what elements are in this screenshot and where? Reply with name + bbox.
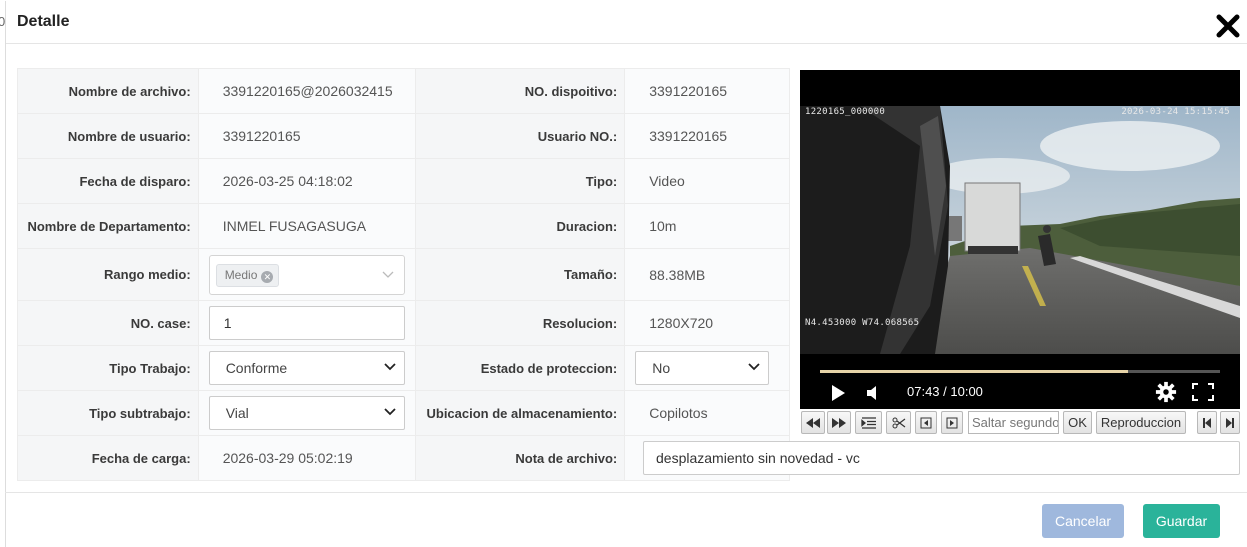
nota-archivo-input[interactable]: desplazamiento sin novedad - vc (643, 441, 1240, 475)
fullscreen-icon[interactable] (1192, 383, 1214, 401)
chevron-down-icon (383, 363, 396, 371)
list-icon[interactable] (855, 411, 882, 434)
chevron-down-icon (382, 271, 394, 278)
label-fecha-carga: Fecha de carga: (17, 435, 199, 481)
label-fecha-disparo: Fecha de disparo: (17, 158, 199, 204)
detail-form: Nombre de archivo: 3391220165@2026032415… (17, 68, 790, 481)
gear-icon[interactable] (1155, 381, 1177, 403)
dialog-header: Detalle (6, 1, 1247, 44)
value-tamano: 88.38MB (649, 266, 706, 283)
label-tipo: Tipo: (414, 158, 626, 204)
estado-proteccion-select[interactable]: No (635, 351, 769, 385)
tipo-trabajo-value: Conforme (225, 360, 288, 376)
skip-end-icon[interactable] (1220, 411, 1240, 434)
value-resolucion: 1280X720 (649, 315, 714, 331)
video-still-image (800, 106, 1240, 354)
next-frame-icon[interactable] (941, 411, 963, 434)
osd-device-id: 1220165_000000 (805, 107, 886, 117)
skip-start-icon[interactable] (1197, 411, 1217, 434)
label-no-case: NO. case: (17, 300, 199, 346)
rewind-icon[interactable] (801, 411, 825, 434)
save-button[interactable]: Guardar (1143, 504, 1220, 538)
label-no-dispositivo: NO. dispoitivo: (414, 68, 626, 114)
progress-bar[interactable] (820, 370, 1220, 373)
value-nombre-usuario: 3391220165 (222, 128, 301, 144)
value-tipo: Video (649, 173, 685, 189)
label-rango-medio: Rango medio: (17, 248, 199, 301)
value-no-dispositivo: 3391220165 (649, 83, 728, 99)
scissors-icon[interactable] (886, 411, 911, 434)
rango-medio-multiselect[interactable]: Medio ✕ (208, 254, 405, 295)
player-toolbar: Saltar segundo OK Reproduccion (800, 411, 1247, 435)
label-resolucion: Resolucion: (414, 300, 626, 346)
label-nombre-archivo: Nombre de archivo: (17, 68, 199, 114)
label-usuario-no: Usuario NO.: (414, 113, 626, 159)
value-fecha-carga: 2026-03-29 05:02:19 (222, 450, 353, 466)
dialog-footer-divider (5, 492, 1247, 493)
label-tamano: Tamaño: (414, 248, 626, 301)
play-icon[interactable] (830, 384, 846, 402)
cancel-button[interactable]: Cancelar (1042, 504, 1124, 538)
label-tipo-subtrabajo: Tipo subtrabajo: (17, 390, 199, 436)
osd-coordinates: N4.453000 W74.068565 (805, 318, 920, 328)
time-display: 07:43 / 10:00 (907, 384, 983, 399)
progress-fill (820, 370, 1128, 373)
value-ubicacion: Copilotos (649, 405, 708, 421)
seek-ok-button[interactable]: OK (1063, 411, 1092, 434)
tipo-subtrabajo-value: Vial (225, 405, 249, 421)
volume-icon[interactable] (865, 384, 881, 402)
prev-frame-icon[interactable] (915, 411, 937, 434)
estado-proteccion-value: No (652, 360, 671, 376)
label-tipo-trabajo: Tipo Trabajo: (17, 345, 199, 391)
rango-medio-tag: Medio ✕ (215, 263, 280, 287)
value-departamento: INMEL FUSAGASUGA (222, 218, 367, 234)
rango-medio-tag-label: Medio (224, 267, 258, 282)
value-nombre-archivo: 3391220165@2026032415 (222, 83, 393, 99)
label-nota-archivo: Nota de archivo: (414, 435, 626, 481)
label-nombre-usuario: Nombre de usuario: (17, 113, 199, 159)
osd-timestamp: 2026-03-24 15:15:45 (1121, 107, 1230, 117)
label-ubicacion: Ubicacion de almacenamiento: (414, 390, 626, 436)
chevron-down-icon (748, 363, 760, 371)
label-estado-proteccion: Estado de proteccion: (414, 345, 626, 391)
chevron-down-icon (383, 408, 396, 416)
close-icon[interactable] (1215, 13, 1241, 39)
value-duracion: 10m (649, 218, 677, 234)
playback-button[interactable]: Reproduccion (1096, 411, 1186, 434)
value-fecha-disparo: 2026-03-25 04:18:02 (222, 173, 353, 189)
video-player[interactable]: 1220165_000000 2026-03-24 15:15:45 N4.45… (800, 70, 1240, 409)
tipo-trabajo-select[interactable]: Conforme (208, 351, 405, 385)
fast-forward-icon[interactable] (827, 411, 851, 434)
video-frame (800, 106, 1240, 354)
no-case-input[interactable]: 1 (208, 306, 405, 340)
seek-seconds-input[interactable]: Saltar segundo (968, 411, 1059, 434)
label-departamento: Nombre de Departamento: (17, 203, 199, 249)
label-duracion: Duracion: (414, 203, 626, 249)
tipo-subtrabajo-select[interactable]: Vial (208, 396, 405, 430)
value-usuario-no: 3391220165 (649, 128, 728, 144)
dialog-title: Detalle (17, 13, 70, 30)
tag-remove-icon[interactable]: ✕ (261, 270, 274, 283)
